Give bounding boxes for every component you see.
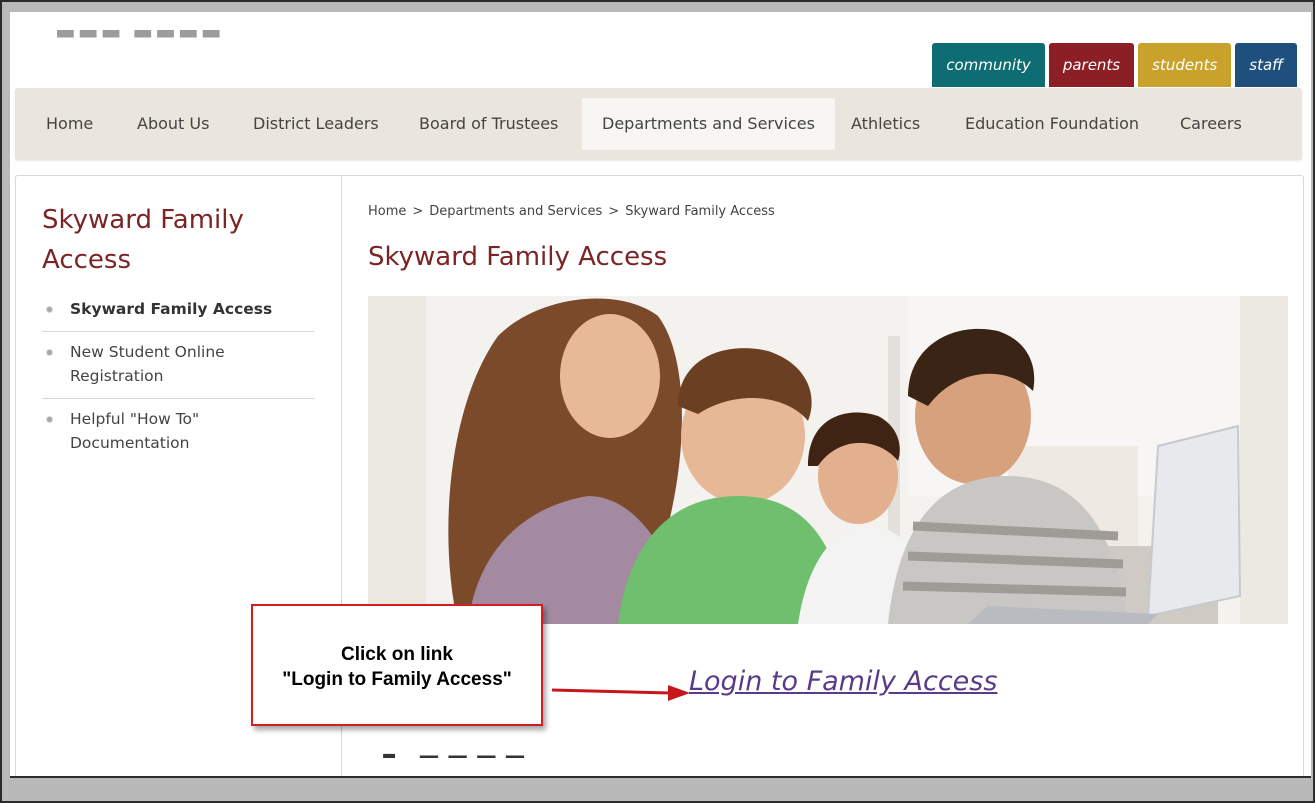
screenshot-frame: ▬▬▬ ▬▬▬▬ ▬▬▬▬▬▬ community parents studen… — [0, 0, 1315, 803]
breadcrumb-home[interactable]: Home — [368, 204, 406, 219]
partial-heading-glyphs: ▪ ▬▬▬▬ ▪▪ — [381, 744, 533, 758]
sidebar-item-skyward-family-access[interactable]: Skyward Family Access — [42, 289, 314, 332]
sidebar-item-label: New Student Online Registration — [70, 343, 225, 385]
sidebar-menu: Skyward Family Access New Student Online… — [42, 289, 314, 465]
bullet-icon — [46, 306, 53, 313]
nav-district-leaders[interactable]: District Leaders — [253, 98, 379, 150]
sidebar-item-new-student-registration[interactable]: New Student Online Registration — [42, 332, 314, 399]
nav-home[interactable]: Home — [46, 98, 93, 150]
instruction-callout: Click on link "Login to Family Access" — [251, 604, 543, 726]
district-logo-cropped[interactable]: ▬▬▬ ▬▬▬▬ ▬▬▬▬▬▬ — [55, 30, 355, 44]
tab-community[interactable]: community — [932, 43, 1045, 87]
family-photo — [368, 296, 1288, 624]
breadcrumb: Home > Departments and Services > Skyward Fa… — [368, 204, 775, 219]
nav-about-us[interactable]: About Us — [137, 98, 209, 150]
sidebar-item-label: Helpful "How To" Documentation — [70, 410, 200, 452]
breadcrumb-current: Skyward Family Access — [625, 204, 775, 219]
breadcrumb-separator: > — [412, 204, 424, 219]
login-to-family-access-link[interactable]: Login to Family Access — [689, 666, 997, 697]
tab-students[interactable]: students — [1138, 43, 1232, 87]
sidebar-item-label: Skyward Family Access — [70, 300, 273, 318]
partial-heading-cropped: ▪ ▬▬▬▬ ▪▪ — [381, 742, 561, 758]
tab-staff[interactable]: staff — [1235, 43, 1297, 87]
web-page: ▬▬▬ ▬▬▬▬ ▬▬▬▬▬▬ community parents studen… — [10, 12, 1311, 778]
arrow-icon — [552, 685, 690, 701]
nav-athletics[interactable]: Athletics — [851, 98, 920, 150]
bullet-icon — [46, 416, 53, 423]
page-title: Skyward Family Access — [368, 242, 668, 272]
bullet-icon — [46, 349, 53, 356]
nav-careers[interactable]: Careers — [1180, 98, 1242, 150]
breadcrumb-departments[interactable]: Departments and Services — [429, 204, 602, 219]
sidebar-item-how-to-documentation[interactable]: Helpful "How To" Documentation — [42, 399, 314, 465]
sidebar-title: Skyward Family Access — [42, 205, 244, 275]
callout-line-1: Click on link — [341, 644, 453, 665]
tab-parents[interactable]: parents — [1048, 43, 1135, 87]
nav-board-of-trustees[interactable]: Board of Trustees — [419, 98, 558, 150]
breadcrumb-separator: > — [608, 204, 620, 219]
nav-education-foundation[interactable]: Education Foundation — [965, 98, 1139, 150]
audience-tabs: community parents students staff — [932, 43, 1297, 87]
logo-glyphs: ▬▬▬ ▬▬▬▬ ▬▬▬▬▬▬ — [55, 30, 224, 44]
main-navigation: Home About Us District Leaders Board of … — [15, 88, 1302, 160]
nav-departments-and-services[interactable]: Departments and Services — [582, 98, 835, 150]
callout-line-2: "Login to Family Access" — [282, 669, 512, 690]
family-photo-illustration — [368, 296, 1288, 624]
